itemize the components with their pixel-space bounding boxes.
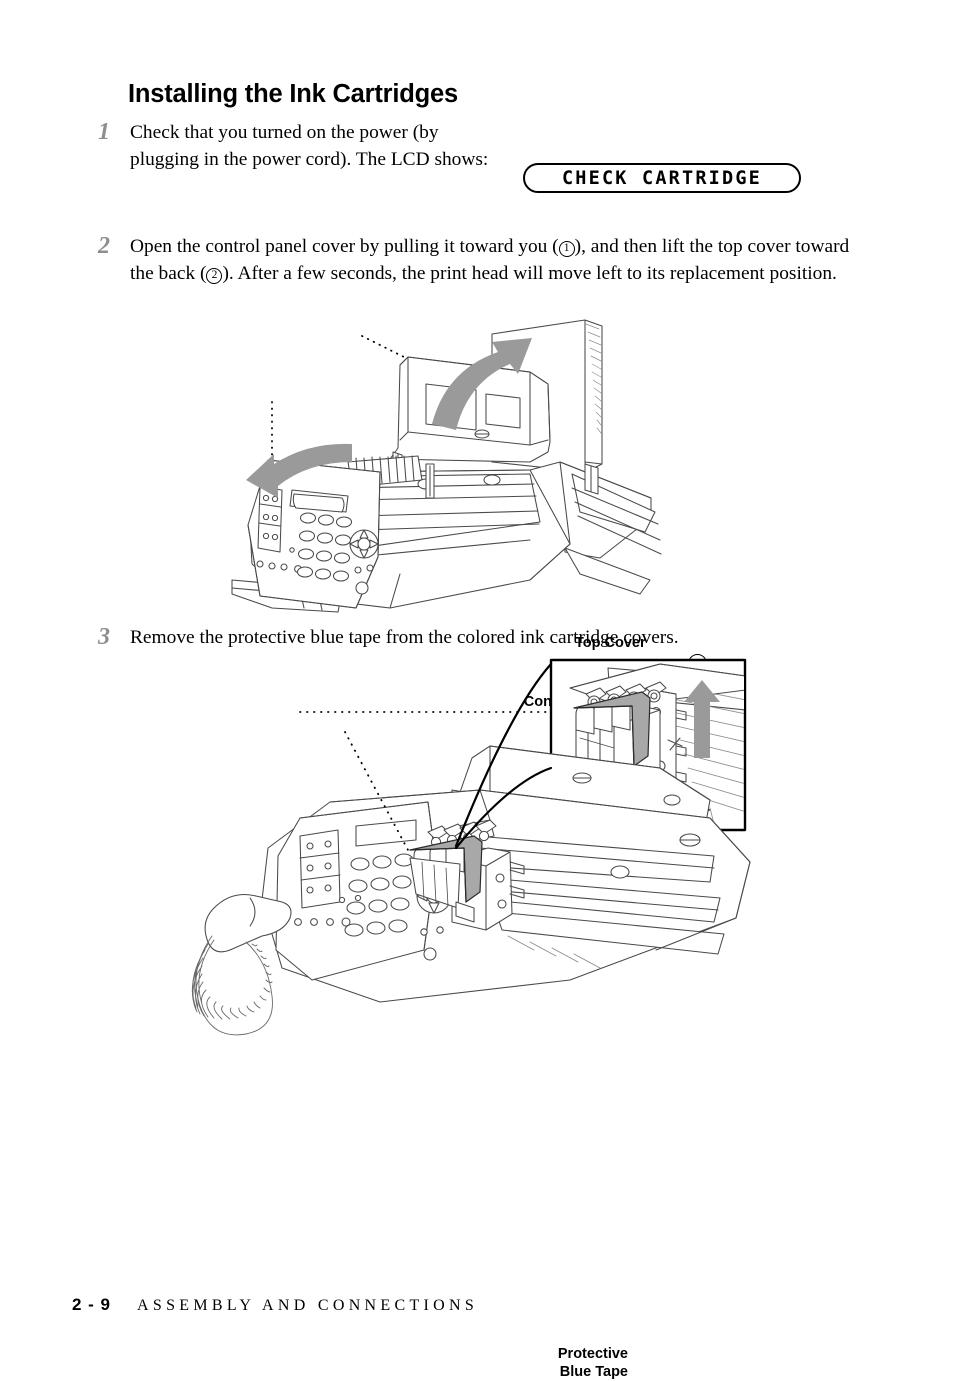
step-2-text: Open the control panel cover by pulling … bbox=[130, 234, 852, 287]
inline-circle-marker-2: 2 bbox=[206, 267, 223, 284]
step-3-number: 3 bbox=[98, 624, 110, 650]
page-footer: 2 - 9 ASSEMBLY AND CONNECTIONS bbox=[72, 1295, 478, 1315]
step-2-text-part-a: Open the control panel cover by pulling … bbox=[130, 236, 559, 257]
step-1-text: Check that you turned on the power (by p… bbox=[130, 122, 489, 170]
step-2-number: 2 bbox=[98, 233, 110, 259]
step-3-text: Remove the protective blue tape from the… bbox=[130, 627, 679, 648]
page-title: Installing the Ink Cartridges bbox=[128, 80, 459, 108]
footer-page-number: 2 - 9 bbox=[72, 1295, 112, 1314]
footer-section-title: ASSEMBLY AND CONNECTIONS bbox=[137, 1297, 479, 1314]
figure-open-covers: Top Cover Control Panel Cover 1 2 bbox=[230, 312, 707, 788]
figure-remove-blue-tape-drawing bbox=[191, 658, 751, 1036]
rear-paper-tray bbox=[559, 461, 662, 595]
label-protective-blue-tape: Protective Blue Tape bbox=[557, 1346, 628, 1380]
navigation-wheel bbox=[349, 529, 379, 559]
lcd-message: CHECK CARTRIDGE bbox=[561, 167, 763, 189]
step-2-text-part-c: ). After a few seconds, the print head w… bbox=[222, 262, 837, 284]
leader-top-cover bbox=[361, 335, 407, 359]
figure-remove-blue-tape: Protective Blue Tape bbox=[190, 650, 790, 1380]
step-1-number: 1 bbox=[98, 119, 110, 145]
inline-circle-marker-1: 1 bbox=[558, 241, 575, 257]
figure-open-covers-drawing bbox=[231, 319, 662, 613]
handset-cord bbox=[191, 935, 273, 1036]
handset bbox=[191, 893, 292, 1036]
lcd-display: CHECK CARTRIDGE bbox=[523, 163, 801, 193]
